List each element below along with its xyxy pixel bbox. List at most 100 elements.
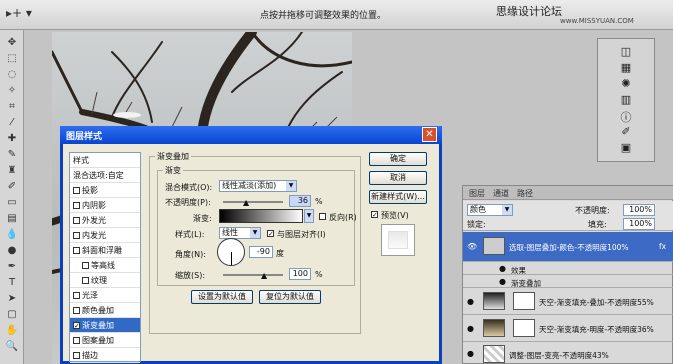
checkbox[interactable] <box>73 232 80 239</box>
layer-row[interactable]: ● 天空-渐变填充-叠加-不透明度55% <box>463 289 673 315</box>
shape-icon[interactable]: ▢ <box>4 308 20 321</box>
scale-field[interactable]: 100 <box>289 268 311 280</box>
type-icon[interactable]: T <box>4 276 20 289</box>
angle-dial[interactable] <box>217 238 245 266</box>
layer-effect-item-row[interactable]: ● 渐变叠加 <box>463 276 673 288</box>
checkbox[interactable] <box>73 187 80 194</box>
info-icon[interactable]: ⓘ <box>616 109 636 124</box>
checkbox[interactable] <box>73 247 80 254</box>
checkbox-checked[interactable]: ✓ <box>73 322 80 330</box>
angle-field[interactable]: -90 <box>249 246 273 258</box>
reset-default-button[interactable]: 复位为默认值 <box>259 290 321 304</box>
eye-icon[interactable]: ● <box>467 349 474 358</box>
layer-row[interactable]: ● 调整-图层-变亮-不透明度43% <box>463 343 673 364</box>
tab-paths[interactable]: 路径 <box>517 188 533 199</box>
opacity-slider-thumb[interactable]: ▲ <box>243 198 249 207</box>
actions-icon[interactable]: ▣ <box>616 141 636 155</box>
reverse-checkbox[interactable] <box>319 213 326 220</box>
magic-wand-icon[interactable]: ✧ <box>4 84 20 97</box>
style-item-color-overlay[interactable]: 颜色叠加 <box>70 303 140 318</box>
style-item-stroke[interactable]: 描边 <box>70 348 140 363</box>
eraser-icon[interactable]: ▭ <box>4 196 20 209</box>
fx-icon: fx <box>659 242 667 251</box>
tab-layers[interactable]: 图层 <box>469 188 485 199</box>
effect-item-label: 渐变叠加 <box>511 279 541 288</box>
dialog-title: 图层样式 <box>66 132 103 142</box>
layer-opacity-field[interactable]: 100% <box>623 204 655 216</box>
layer-mask-thumbnail <box>513 319 535 337</box>
style-item-drop-shadow[interactable]: 投影 <box>70 183 140 198</box>
preview-checkbox[interactable]: ✓ <box>371 211 378 219</box>
close-icon[interactable]: ✕ <box>422 127 437 142</box>
eye-icon[interactable]: ● <box>499 277 506 286</box>
checkbox[interactable] <box>73 337 80 344</box>
brush-icon[interactable]: ✎ <box>4 148 20 161</box>
opacity-field[interactable]: 36 <box>289 195 311 207</box>
style-item-texture[interactable]: 纹理 <box>70 273 140 288</box>
eye-icon[interactable]: ● <box>467 324 474 333</box>
gradient-icon[interactable]: ▤ <box>4 212 20 225</box>
layer-row[interactable]: 👁 选取-图层叠加-颜色-不透明度100% fx <box>463 232 673 262</box>
blending-options-item[interactable]: 混合选项:自定 <box>70 168 140 183</box>
cancel-button[interactable]: 取消 <box>369 171 427 185</box>
layer-effects-row[interactable]: ● 效果 <box>463 263 673 275</box>
navigator-icon[interactable]: ◫ <box>616 45 636 59</box>
style-list-header[interactable]: 样式 <box>70 153 140 168</box>
color-icon[interactable]: ▦ <box>616 61 636 75</box>
hand-icon[interactable]: ✋ <box>4 324 20 337</box>
brush-preset-icon[interactable]: ✐ <box>616 125 636 139</box>
style-select[interactable]: 线性 ▼ <box>219 227 261 239</box>
move-icon[interactable]: ✥ <box>4 36 20 49</box>
style-item-outer-glow[interactable]: 外发光 <box>70 213 140 228</box>
dodge-icon[interactable]: ● <box>4 244 20 257</box>
checkbox[interactable] <box>73 202 80 209</box>
new-style-button[interactable]: 新建样式(W)... <box>369 190 427 204</box>
gradient-label: 渐变: <box>193 214 212 223</box>
style-item-gradient-overlay[interactable]: ✓ 渐变叠加 <box>70 318 140 333</box>
eye-icon[interactable]: 👁 <box>467 242 477 251</box>
tab-channels[interactable]: 通道 <box>493 188 509 199</box>
gradient-picker[interactable] <box>219 209 303 223</box>
style-item-inner-glow[interactable]: 内发光 <box>70 228 140 243</box>
blur-icon[interactable]: 💧 <box>4 228 20 241</box>
scale-slider-thumb[interactable]: ▲ <box>261 271 267 280</box>
percent-sign: % <box>315 270 323 279</box>
crop-icon[interactable]: ⌗ <box>4 100 20 113</box>
checkbox[interactable] <box>73 352 80 359</box>
pen-icon[interactable]: ✒ <box>4 260 20 273</box>
layer-row[interactable]: ● 天空-渐变填充-明度-不透明度36% <box>463 316 673 342</box>
layer-fill-field[interactable]: 100% <box>623 218 655 230</box>
align-checkbox[interactable]: ✓ <box>267 230 274 238</box>
healing-icon[interactable]: ✚ <box>4 132 20 145</box>
style-item-satin[interactable]: 光泽 <box>70 288 140 303</box>
checkbox[interactable] <box>73 307 80 314</box>
ok-button[interactable]: 确定 <box>369 152 427 166</box>
angle-label: 角度(N): <box>175 250 206 259</box>
blend-mode-select[interactable]: 线性减淡(添加) ▼ <box>219 180 297 192</box>
style-item-contour[interactable]: 等高线 <box>70 258 140 273</box>
marquee-icon[interactable]: ⬚ <box>4 52 20 65</box>
path-select-icon[interactable]: ➤ <box>4 292 20 305</box>
history-icon[interactable]: ▥ <box>616 93 636 107</box>
checkbox[interactable] <box>73 292 80 299</box>
layer-blend-select[interactable]: 颜色 ▼ <box>467 204 513 216</box>
lasso-icon[interactable]: ◌ <box>4 68 20 81</box>
gradient-dropdown-icon[interactable]: ▼ <box>304 209 314 223</box>
style-item-bevel[interactable]: 斜面和浮雕 <box>70 243 140 258</box>
eye-icon[interactable]: ● <box>499 264 506 273</box>
checkbox[interactable] <box>73 217 80 224</box>
checkbox[interactable] <box>82 262 89 269</box>
opacity-slider-track[interactable] <box>223 201 283 203</box>
checkbox[interactable] <box>82 277 89 284</box>
style-item-pattern-overlay[interactable]: 图案叠加 <box>70 333 140 348</box>
move-tool-icon[interactable]: ▸+ ▾ <box>6 6 32 20</box>
swatches-icon[interactable]: ✺ <box>616 77 636 91</box>
eyedropper-icon[interactable]: ⁄ <box>4 116 20 129</box>
style-item-inner-shadow[interactable]: 内阴影 <box>70 198 140 213</box>
set-default-button[interactable]: 设置为默认值 <box>191 290 253 304</box>
scale-slider-track[interactable] <box>223 274 283 276</box>
zoom-icon[interactable]: 🔍 <box>4 340 20 353</box>
stamp-icon[interactable]: ♜ <box>4 164 20 177</box>
eye-icon[interactable]: ● <box>467 297 474 306</box>
history-brush-icon[interactable]: ✐ <box>4 180 20 193</box>
